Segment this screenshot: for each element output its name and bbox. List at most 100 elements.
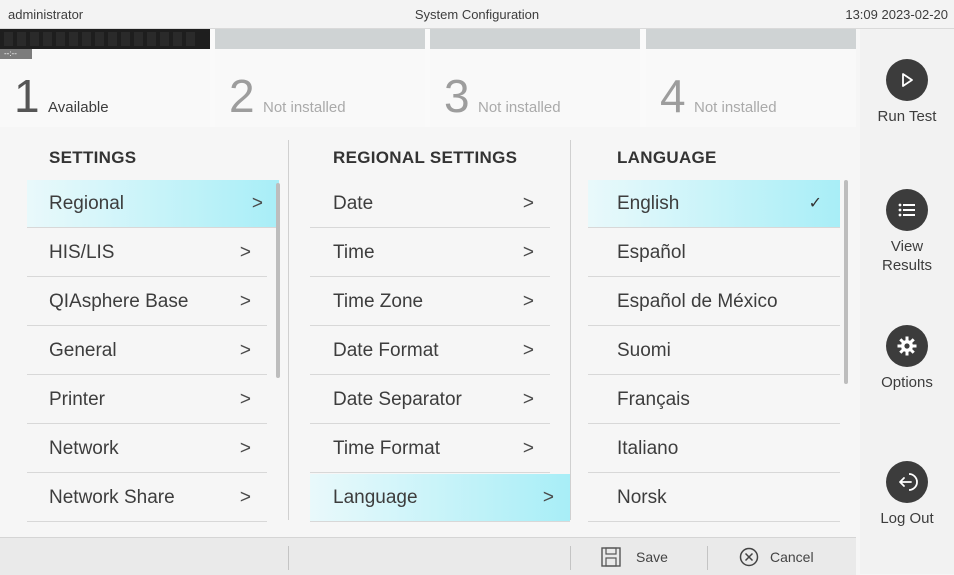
module-4[interactable]: 4 Not installed xyxy=(646,29,856,127)
chevron-right-icon: > xyxy=(522,389,534,410)
language-item-italiano[interactable]: Italiano xyxy=(588,425,840,473)
module-3[interactable]: 3 Not installed xyxy=(430,29,640,127)
language-item-espanol[interactable]: Español xyxy=(588,229,840,277)
language-item-label: English xyxy=(617,193,680,214)
close-icon xyxy=(738,546,760,568)
module-progress-bar xyxy=(646,29,856,49)
run-test-label: Run Test xyxy=(877,108,937,125)
action-bar-divider xyxy=(707,546,708,570)
title-bar: administrator System Configuration 13:09… xyxy=(0,0,954,29)
log-out-button[interactable]: Log Out xyxy=(860,461,954,528)
module-number: 4 xyxy=(660,70,686,122)
chevron-right-icon: > xyxy=(522,291,534,312)
gear-icon xyxy=(886,325,928,367)
module-progress-bar xyxy=(430,29,640,49)
chevron-right-icon: > xyxy=(522,340,534,361)
regional-item-time[interactable]: Time > xyxy=(310,229,550,277)
regional-item-time-zone[interactable]: Time Zone > xyxy=(310,278,550,326)
regional-item-label: Date Separator xyxy=(333,389,462,410)
run-test-button[interactable]: Run Test xyxy=(860,59,954,126)
settings-item-network-share[interactable]: Network Share > xyxy=(27,474,267,522)
module-1[interactable]: --:-- 1 Available xyxy=(0,29,210,127)
list-icon xyxy=(886,189,928,231)
language-heading: LANGUAGE xyxy=(617,148,717,167)
chevron-right-icon: > xyxy=(239,242,251,263)
module-status-bar: --:-- 1 Available 2 Not installed 3 Not … xyxy=(0,29,856,127)
language-item-espanol-mexico[interactable]: Español de México xyxy=(588,278,840,326)
options-button[interactable]: Options xyxy=(860,325,954,392)
language-item-label: Suomi xyxy=(617,340,671,361)
regional-item-label: Time xyxy=(333,242,375,263)
settings-scrollbar[interactable] xyxy=(276,183,280,378)
language-item-suomi[interactable]: Suomi xyxy=(588,327,840,375)
chevron-right-icon: > xyxy=(239,340,251,361)
settings-item-qiasphere-base[interactable]: QIAsphere Base > xyxy=(27,278,267,326)
chevron-right-icon: > xyxy=(522,242,534,263)
column-divider xyxy=(570,140,571,520)
main-navigation: Run Test View Results Options Log Out xyxy=(860,29,954,574)
language-item-english[interactable]: English ✓ xyxy=(588,180,840,228)
settings-item-printer[interactable]: Printer > xyxy=(27,376,267,424)
module-2[interactable]: 2 Not installed xyxy=(215,29,425,127)
regional-item-label: Time Zone xyxy=(333,291,424,312)
settings-item-his-lis[interactable]: HIS/LIS > xyxy=(27,229,267,277)
language-scrollbar[interactable] xyxy=(844,180,848,384)
regional-item-label: Language xyxy=(333,487,418,508)
chevron-right-icon: > xyxy=(251,193,263,214)
save-label: Save xyxy=(636,548,668,565)
language-item-label: Français xyxy=(617,389,690,410)
save-icon xyxy=(600,546,622,568)
regional-item-date[interactable]: Date > xyxy=(310,180,550,228)
view-results-button[interactable]: View Results xyxy=(860,189,954,275)
module-number: 2 xyxy=(229,70,255,122)
cancel-button[interactable]: Cancel xyxy=(738,538,838,575)
language-item-label: Español de México xyxy=(617,291,778,312)
settings-item-general[interactable]: General > xyxy=(27,327,267,375)
action-bar-divider xyxy=(288,546,289,570)
language-item-francais[interactable]: Français xyxy=(588,376,840,424)
regional-item-label: Time Format xyxy=(333,438,440,459)
action-bar: Save Cancel xyxy=(0,537,856,575)
settings-item-network[interactable]: Network > xyxy=(27,425,267,473)
module-status: Available xyxy=(48,99,109,116)
play-icon xyxy=(886,59,928,101)
logout-icon xyxy=(886,461,928,503)
language-item-label: Italiano xyxy=(617,438,679,459)
chevron-right-icon: > xyxy=(239,291,251,312)
settings-item-label: General xyxy=(49,340,117,361)
clock: 13:09 2023-02-20 xyxy=(845,7,948,22)
settings-item-label: Network xyxy=(49,438,119,459)
language-item-label: Norsk xyxy=(617,487,667,508)
settings-item-label: QIAsphere Base xyxy=(49,291,189,312)
language-item-label: Español xyxy=(617,242,686,263)
regional-item-language[interactable]: Language > xyxy=(310,474,570,522)
settings-item-label: Network Share xyxy=(49,487,175,508)
module-progress-bar xyxy=(0,29,210,49)
module-number: 3 xyxy=(444,70,470,122)
cancel-label: Cancel xyxy=(770,548,814,565)
window-title: System Configuration xyxy=(414,7,540,22)
module-progress-bar xyxy=(215,29,425,49)
module-status: Not installed xyxy=(478,99,561,116)
settings-item-regional[interactable]: Regional > xyxy=(27,180,279,228)
save-button[interactable]: Save xyxy=(600,538,700,575)
regional-item-label: Date xyxy=(333,193,374,214)
chevron-right-icon: > xyxy=(522,438,534,459)
chevron-right-icon: > xyxy=(239,438,251,459)
regional-item-time-format[interactable]: Time Format > xyxy=(310,425,550,473)
module-status: Not installed xyxy=(694,99,777,116)
regional-item-date-separator[interactable]: Date Separator > xyxy=(310,376,550,424)
language-item-norsk[interactable]: Norsk xyxy=(588,474,840,522)
settings-item-label: HIS/LIS xyxy=(49,242,115,263)
module-timer: --:-- xyxy=(0,49,32,59)
regional-item-date-format[interactable]: Date Format > xyxy=(310,327,550,375)
options-label: Options xyxy=(881,374,933,391)
settings-item-label: Printer xyxy=(49,389,105,410)
log-out-label: Log Out xyxy=(880,510,934,527)
settings-heading: SETTINGS xyxy=(49,148,137,167)
chevron-right-icon: > xyxy=(239,389,251,410)
chevron-right-icon: > xyxy=(239,487,251,508)
checkmark-icon: ✓ xyxy=(808,195,822,212)
chevron-right-icon: > xyxy=(522,193,534,214)
settings-item-label: Regional xyxy=(49,193,124,214)
